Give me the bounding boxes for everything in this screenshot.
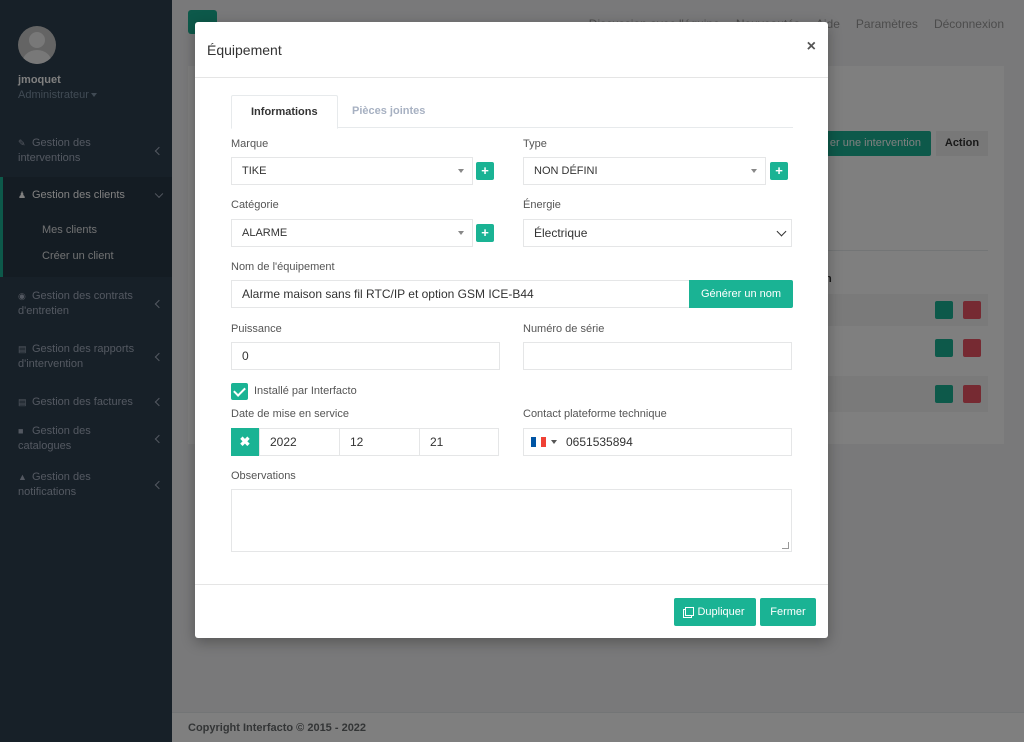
observations-label: Observations: [231, 470, 296, 482]
date-year-input[interactable]: 2022: [259, 428, 340, 456]
date-label: Date de mise en service: [231, 408, 349, 420]
date-month-input[interactable]: 12: [339, 428, 420, 456]
modal-body: Informations Pièces jointes Marque TIKE …: [195, 78, 828, 584]
energie-label: Énergie: [523, 199, 561, 211]
installe-checkbox[interactable]: [231, 383, 248, 400]
phone-value: 0651535894: [566, 435, 633, 449]
generate-name-button[interactable]: Générer un nom: [689, 280, 793, 308]
observations-textarea[interactable]: [231, 489, 792, 552]
contact-label: Contact plateforme technique: [523, 408, 667, 420]
tab-pieces-jointes[interactable]: Pièces jointes: [333, 95, 444, 129]
categorie-select[interactable]: ALARME: [231, 219, 473, 247]
add-categorie-button[interactable]: +: [476, 224, 494, 242]
france-flag-icon[interactable]: [531, 437, 546, 447]
puissance-input[interactable]: 0: [231, 342, 500, 370]
serie-input[interactable]: [523, 342, 792, 370]
copy-icon: [685, 607, 695, 616]
caret-down-icon: [551, 440, 557, 444]
tab-bar: Informations Pièces jointes: [231, 95, 793, 129]
clear-date-button[interactable]: ✖: [231, 428, 259, 456]
categorie-label: Catégorie: [231, 199, 279, 211]
modal-footer: Dupliquer Fermer: [195, 584, 828, 638]
equipment-modal: Équipement × Informations Pièces jointes…: [195, 22, 828, 638]
type-select[interactable]: NON DÉFINI: [523, 157, 766, 185]
add-marque-button[interactable]: +: [476, 162, 494, 180]
add-type-button[interactable]: +: [770, 162, 788, 180]
contact-phone-input[interactable]: 0651535894: [523, 428, 792, 456]
energie-select[interactable]: Électrique: [523, 219, 792, 247]
marque-label: Marque: [231, 138, 269, 150]
installe-label: Installé par Interfacto: [254, 385, 357, 397]
tab-informations[interactable]: Informations: [231, 95, 338, 129]
close-icon[interactable]: ×: [807, 38, 816, 56]
nom-label: Nom de l'équipement: [231, 261, 335, 273]
type-label: Type: [523, 138, 547, 150]
duplicate-button[interactable]: Dupliquer: [674, 598, 756, 626]
modal-header: Équipement ×: [195, 22, 828, 78]
duplicate-label: Dupliquer: [697, 606, 745, 618]
serie-label: Numéro de série: [523, 323, 605, 335]
nom-input[interactable]: Alarme maison sans fil RTC/IP et option …: [231, 280, 690, 308]
modal-title: Équipement: [207, 42, 282, 58]
date-day-input[interactable]: 21: [419, 428, 499, 456]
marque-select[interactable]: TIKE: [231, 157, 473, 185]
puissance-label: Puissance: [231, 323, 282, 335]
close-button[interactable]: Fermer: [760, 598, 816, 626]
